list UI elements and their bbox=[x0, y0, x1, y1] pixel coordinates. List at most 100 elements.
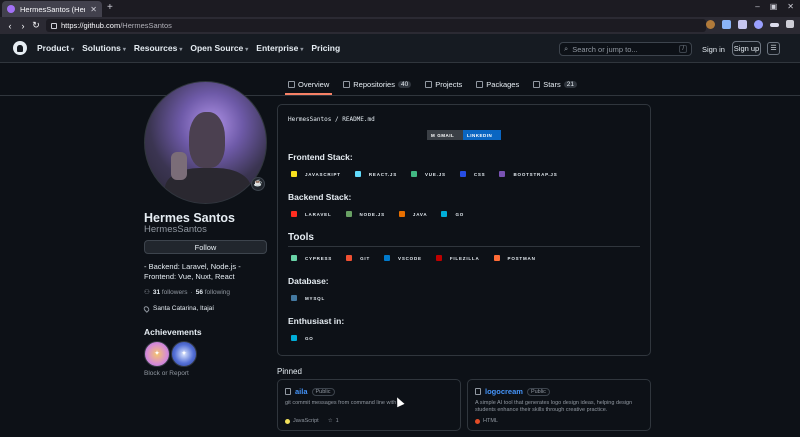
star-icon[interactable]: ☆ bbox=[328, 418, 333, 424]
browser-tab[interactable]: HermesSantos (Hermes ✕ bbox=[2, 1, 102, 17]
followers-label: followers bbox=[161, 288, 188, 296]
extension-chat-icon[interactable] bbox=[754, 20, 763, 29]
chevron-down-icon: ▾ bbox=[245, 47, 249, 53]
tech-badge-label: FILEZILLA bbox=[449, 255, 480, 261]
tab-overview[interactable]: Overview bbox=[285, 74, 333, 95]
location-icon bbox=[142, 304, 151, 313]
tech-badge-laravel: LARAVEL bbox=[291, 211, 332, 217]
header-menu-toggle-icon[interactable]: ☰ bbox=[767, 42, 780, 55]
header-menu-resources[interactable]: Resources ▾ bbox=[134, 43, 182, 53]
avatar-arm bbox=[171, 152, 187, 180]
achievement-yolo-badge[interactable]: ✦ bbox=[144, 341, 170, 367]
tech-badge-label: VUE.JS bbox=[425, 171, 446, 177]
enthusiast-stack: GO bbox=[291, 335, 314, 341]
extension-star-icon[interactable] bbox=[722, 20, 731, 29]
tech-badge-filezilla: FILEZILLA bbox=[435, 255, 480, 261]
avatar-face bbox=[189, 112, 225, 168]
laravel-icon bbox=[291, 211, 297, 217]
chevron-down-icon: ▾ bbox=[122, 47, 126, 53]
header-menu-label: Pricing bbox=[311, 43, 341, 53]
reactjs-icon bbox=[354, 171, 361, 177]
tech-badge-javascript: JAVASCRIPT bbox=[291, 171, 341, 177]
frontend-heading: Frontend Stack: bbox=[288, 152, 353, 162]
nodejs-icon bbox=[345, 211, 352, 217]
tech-badge-java: JAVA bbox=[398, 211, 428, 217]
repo-name-link[interactable]: logocream bbox=[485, 387, 523, 396]
tab-repositories[interactable]: Repositories 40 bbox=[340, 74, 414, 94]
extension-icon[interactable] bbox=[706, 20, 715, 29]
achievement-pull-shark-badge[interactable]: ✦ bbox=[171, 341, 197, 367]
extension-box-icon[interactable] bbox=[738, 20, 747, 29]
reload-icon[interactable]: ↻ bbox=[30, 20, 42, 31]
header-menu-solutions[interactable]: Solutions ▾ bbox=[82, 43, 126, 53]
app-menu-icon[interactable] bbox=[786, 20, 794, 28]
repo-stars[interactable]: 1 bbox=[336, 418, 339, 424]
search-placeholder: Search or jump to... bbox=[572, 44, 638, 54]
repo-name-link[interactable]: aila bbox=[295, 387, 308, 396]
followers-link[interactable]: 31 followers bbox=[153, 289, 188, 296]
close-window-icon[interactable]: ✕ bbox=[787, 2, 794, 11]
achievements-title[interactable]: Achievements bbox=[144, 327, 202, 337]
tech-badge-label: BOOTSTRAP.JS bbox=[513, 171, 558, 177]
close-tab-icon[interactable]: ✕ bbox=[90, 5, 97, 14]
tools-stack: CYPRESS GIT VSCODE FILEZILLA POSTMAN bbox=[291, 255, 536, 261]
maximize-icon[interactable]: ▣ bbox=[770, 2, 778, 11]
url-host: https://github.com bbox=[61, 21, 121, 30]
minimize-icon[interactable]: – bbox=[755, 2, 759, 11]
following-label: following bbox=[204, 288, 231, 296]
forward-icon[interactable]: › bbox=[17, 21, 29, 31]
tech-badge-nodejs: NODE.JS bbox=[345, 211, 385, 217]
chevron-down-icon: ▾ bbox=[179, 47, 183, 53]
browser-tab-bar: HermesSantos (Hermes ✕ + – ▣ ✕ bbox=[0, 0, 800, 17]
mysql-icon bbox=[291, 295, 297, 301]
status-emoji-icon[interactable]: ☕ bbox=[251, 177, 265, 191]
following-link[interactable]: 56 following bbox=[196, 289, 230, 296]
new-tab-icon[interactable]: + bbox=[107, 2, 113, 13]
go-icon bbox=[441, 211, 448, 217]
tech-badge-label: MYSQL bbox=[305, 295, 326, 301]
tech-badge-vscode: VSCODE bbox=[384, 255, 422, 261]
profile-bio: - Backend: Laravel, Node.js - Frontend: … bbox=[144, 262, 241, 281]
location-text: Santa Catarina, Itajaí bbox=[153, 305, 215, 312]
visibility-badge: Public bbox=[526, 387, 550, 396]
tech-badge-reactjs: REACT.JS bbox=[354, 171, 397, 177]
tab-projects[interactable]: Projects bbox=[422, 74, 465, 94]
extension-dots-icon[interactable] bbox=[770, 23, 779, 27]
search-input[interactable]: ⌕ Search or jump to... / bbox=[559, 42, 692, 56]
tech-badge-bootstrapjs: BOOTSTRAP.JS bbox=[499, 171, 557, 177]
header-menu-enterprise[interactable]: Enterprise ▾ bbox=[256, 43, 303, 53]
contact-shields: M GMAIL LINKEDIN bbox=[427, 130, 501, 140]
header-menu-product[interactable]: Product ▾ bbox=[37, 43, 74, 53]
tab-packages[interactable]: Packages bbox=[473, 74, 522, 94]
follow-button[interactable]: Follow bbox=[144, 240, 267, 254]
tab-stars[interactable]: Stars 21 bbox=[530, 74, 580, 94]
back-icon[interactable]: ‹ bbox=[4, 21, 16, 31]
block-report-link[interactable]: Block or Report bbox=[144, 370, 189, 377]
repo-language: JavaScript bbox=[293, 418, 319, 424]
gmail-shield[interactable]: M GMAIL bbox=[427, 130, 463, 140]
url-bar[interactable]: https://github.com/HermesSantos bbox=[46, 19, 706, 32]
cypress-icon bbox=[291, 255, 297, 261]
linkedin-shield[interactable]: LINKEDIN bbox=[463, 130, 501, 140]
github-logo-icon[interactable] bbox=[13, 41, 27, 55]
avatar[interactable] bbox=[144, 81, 267, 204]
readme-path-user[interactable]: HermesSantos bbox=[288, 116, 331, 123]
tech-badge-label: CYPRESS bbox=[305, 255, 333, 261]
readme-path-file[interactable]: README.md bbox=[342, 116, 375, 123]
lock-icon bbox=[51, 22, 57, 29]
browser-toolbar-icons bbox=[706, 20, 794, 29]
tech-badge-label: LARAVEL bbox=[305, 211, 332, 217]
followers-count: 31 bbox=[152, 288, 161, 296]
tab-label: Repositories bbox=[353, 79, 395, 89]
profile-login: HermesSantos bbox=[144, 224, 207, 235]
header-menu-pricing[interactable]: Pricing bbox=[311, 43, 340, 53]
bootstrapjs-icon bbox=[499, 171, 506, 177]
sign-up-button[interactable]: Sign up bbox=[732, 41, 761, 56]
pinned-repo-card: logocream Public A simple AI tool that g… bbox=[467, 379, 651, 431]
sign-in-link[interactable]: Sign in bbox=[702, 45, 725, 54]
gmail-shield-label: GMAIL bbox=[437, 132, 455, 138]
github-header: Product ▾ Solutions ▾ Resources ▾ Open Source ▾… bbox=[0, 34, 800, 63]
header-menu-open-source[interactable]: Open Source ▾ bbox=[190, 43, 248, 53]
readme-card: HermesSantos / README.md M GMAIL LINKEDIN… bbox=[277, 104, 651, 356]
visibility-badge: Public bbox=[311, 387, 335, 396]
